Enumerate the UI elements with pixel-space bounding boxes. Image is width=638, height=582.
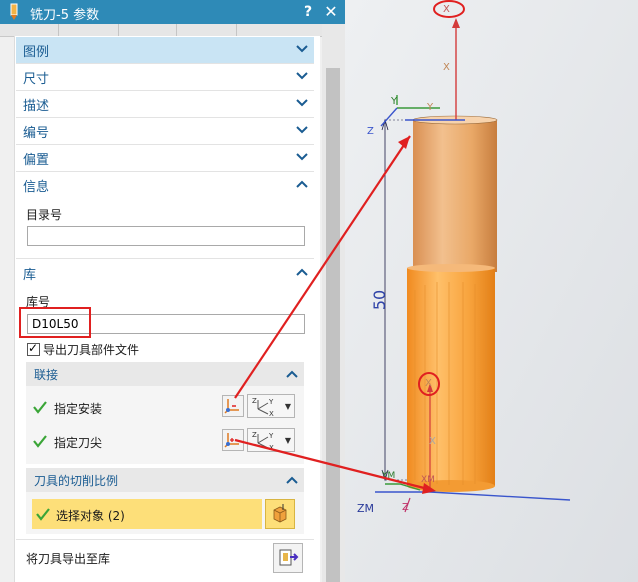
- chevron-down-icon: [296, 99, 308, 107]
- section-description-label: 描述: [23, 99, 50, 114]
- axis-x-lower: X: [425, 378, 432, 389]
- chevron-down-icon: [296, 72, 308, 80]
- chevron-down-icon: [296, 45, 308, 53]
- chevron-down-icon: [296, 126, 308, 134]
- axis-x-top: X: [443, 4, 450, 15]
- dropdown-arrow-icon: ▼: [284, 436, 291, 445]
- svg-text:X: X: [269, 444, 274, 451]
- dropdown-arrow-icon: ▼: [284, 402, 291, 411]
- cut-ratio-title: 刀具的切削比例: [34, 474, 119, 488]
- chevron-down-icon: [296, 153, 308, 161]
- axis-y-top: Y: [390, 96, 398, 107]
- axis-z-top: Z: [367, 126, 374, 137]
- export-to-library-button[interactable]: [273, 543, 303, 573]
- chevron-up-icon: [296, 180, 308, 188]
- help-button[interactable]: ?: [298, 1, 318, 23]
- specify-tip-label: 指定刀尖: [54, 436, 103, 450]
- cube-select-icon: [273, 504, 287, 523]
- mount-csys-icon: [224, 399, 239, 414]
- green-check-icon: [33, 435, 47, 448]
- svg-text:Y: Y: [268, 432, 274, 440]
- section-legend-label: 图例: [23, 45, 50, 60]
- section-offset-label: 偏置: [23, 153, 50, 168]
- chevron-up-icon: [296, 268, 308, 276]
- mill-tool-icon: [10, 3, 18, 20]
- tip-csys-dropdown[interactable]: Z Y X ▼: [247, 428, 295, 452]
- export-tool-part-checkbox[interactable]: ✓: [27, 341, 40, 356]
- section-dimensions[interactable]: 尺寸: [16, 64, 314, 90]
- close-button[interactable]: ✕: [320, 1, 342, 23]
- dialog-titlebar: 铣刀-5 参数 ? ✕: [0, 0, 345, 24]
- green-check-icon: [36, 508, 50, 521]
- catalog-number-label: 目录号: [26, 208, 63, 222]
- export-tool-part-label: 导出刀具部件文件: [43, 343, 140, 357]
- axis-x-mid: X: [443, 62, 450, 73]
- section-info-label: 信息: [23, 180, 50, 195]
- export-library-icon: [279, 549, 299, 566]
- checkmark-icon: ✓: [28, 341, 39, 355]
- associations-title: 联接: [34, 368, 59, 382]
- csys-icon: Z Y X: [252, 397, 274, 417]
- tool-parameters-dialog: 铣刀-5 参数 ? ✕ 图例 尺寸 描述 编号 偏置 信息 目录号 库 库号 D…: [0, 0, 345, 582]
- green-check-icon: [33, 401, 47, 414]
- catalog-number-input[interactable]: [27, 226, 305, 246]
- section-numbering[interactable]: 编号: [16, 118, 314, 144]
- section-offset[interactable]: 偏置: [16, 145, 314, 171]
- tool-holder-body[interactable]: [412, 115, 498, 272]
- mount-csys-dropdown[interactable]: Z Y X ▼: [247, 394, 295, 418]
- axis-ym: YM: [381, 471, 395, 481]
- specify-mount-button[interactable]: [222, 395, 244, 417]
- cut-ratio-header[interactable]: 刀具的切削比例: [26, 468, 304, 492]
- graphics-viewport[interactable]: 50 X X Y Y Z X X YM XM ZM Z: [345, 0, 638, 582]
- annotation-highlight-box: [19, 307, 91, 338]
- axis-y-top2: Y: [426, 102, 434, 113]
- axis-x-lower2: X: [429, 436, 436, 447]
- axis-z-bottom: Z: [402, 502, 409, 513]
- section-numbering-label: 编号: [23, 126, 50, 141]
- section-library[interactable]: 库: [16, 260, 314, 286]
- dialog-title: 铣刀-5 参数: [30, 8, 100, 23]
- chevron-up-icon: [286, 476, 298, 484]
- axis-xm: XM: [421, 475, 435, 485]
- select-object-button[interactable]: [265, 499, 295, 529]
- specify-mount-label: 指定安装: [54, 402, 103, 416]
- section-legend[interactable]: 图例: [16, 37, 314, 63]
- specify-tip-button[interactable]: [222, 429, 244, 451]
- axis-zm: ZM: [357, 502, 374, 515]
- svg-text:Z: Z: [252, 431, 257, 439]
- csys-icon: Z Y X: [252, 431, 274, 451]
- chevron-up-icon: [286, 370, 298, 378]
- tip-csys-icon: [224, 433, 239, 448]
- dimension-value: 50: [370, 290, 389, 310]
- section-dimensions-label: 尺寸: [23, 72, 50, 87]
- svg-text:Z: Z: [252, 397, 257, 405]
- section-info[interactable]: 信息: [16, 172, 314, 198]
- scrollbar-thumb[interactable]: [326, 68, 340, 582]
- svg-text:X: X: [269, 410, 274, 417]
- select-object-label: 选择对象 (2): [56, 509, 125, 523]
- export-to-library-label: 将刀具导出至库: [26, 552, 111, 566]
- section-library-label: 库: [23, 268, 37, 283]
- section-description[interactable]: 描述: [16, 91, 314, 117]
- associations-header[interactable]: 联接: [26, 362, 304, 386]
- svg-text:Y: Y: [268, 398, 274, 406]
